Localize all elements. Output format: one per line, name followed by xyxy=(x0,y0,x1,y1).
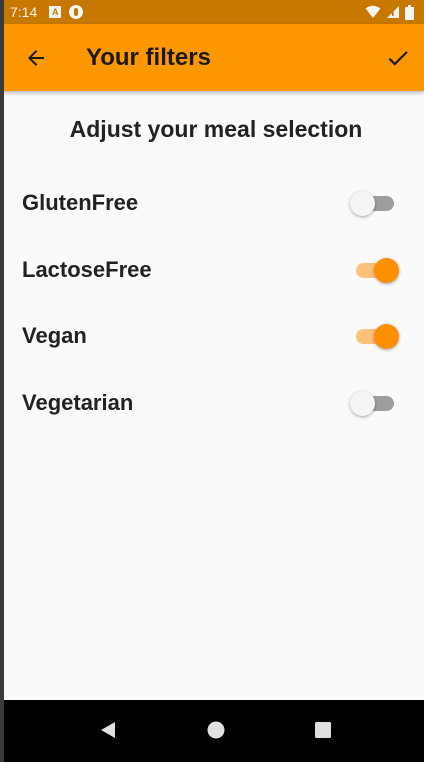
glutenfree-switch[interactable] xyxy=(350,188,396,218)
lactosefree-switch[interactable] xyxy=(354,255,399,285)
filter-label-vegetarian: Vegetarian xyxy=(22,390,134,415)
nav-back-button[interactable] xyxy=(96,718,120,742)
page-title: Your filters xyxy=(86,43,211,71)
vegan-switch[interactable] xyxy=(354,321,399,351)
switch-thumb xyxy=(350,191,375,216)
battery-icon xyxy=(405,4,414,20)
app-bar: Your filters xyxy=(0,24,424,91)
switch-thumb xyxy=(350,391,375,416)
back-triangle-icon xyxy=(101,722,115,738)
back-button[interactable] xyxy=(18,40,54,76)
device-screen: 7:14 A Your filters Adjust your meal sel… xyxy=(0,0,424,762)
filter-row-glutenfree[interactable]: GlutenFree xyxy=(0,181,424,225)
home-circle-icon xyxy=(207,721,225,739)
android-notification-icon: A xyxy=(49,6,62,18)
save-filters-button[interactable] xyxy=(380,40,416,76)
signal-icon xyxy=(387,6,399,18)
check-icon xyxy=(388,50,408,66)
status-bar: 7:14 A xyxy=(0,0,424,24)
filters-heading: Adjust your meal selection xyxy=(69,116,363,142)
filter-row-vegan[interactable]: Vegan xyxy=(0,314,424,358)
filter-row-vegetarian[interactable]: Vegetarian xyxy=(0,381,424,425)
filter-row-lactosefree[interactable]: LactoseFree xyxy=(0,248,424,292)
recents-square-icon xyxy=(315,722,331,738)
vegetarian-switch[interactable] xyxy=(350,388,396,418)
status-system-icons xyxy=(365,4,414,20)
pocket-casts-icon xyxy=(69,5,84,19)
switch-thumb xyxy=(374,258,399,283)
filters-content: Adjust your meal selection GlutenFree La… xyxy=(0,91,424,700)
switch-thumb xyxy=(374,324,399,349)
system-nav-bar xyxy=(0,700,424,762)
status-time: 7:14 xyxy=(10,4,38,20)
arrow-left-icon xyxy=(28,49,44,66)
filter-label-lactosefree: LactoseFree xyxy=(22,257,152,282)
nav-recents-button[interactable] xyxy=(311,718,335,742)
screen-edge xyxy=(0,0,4,762)
filter-label-vegan: Vegan xyxy=(22,323,87,348)
wifi-icon xyxy=(365,5,381,18)
filter-label-glutenfree: GlutenFree xyxy=(22,190,139,215)
nav-home-button[interactable] xyxy=(204,718,228,742)
